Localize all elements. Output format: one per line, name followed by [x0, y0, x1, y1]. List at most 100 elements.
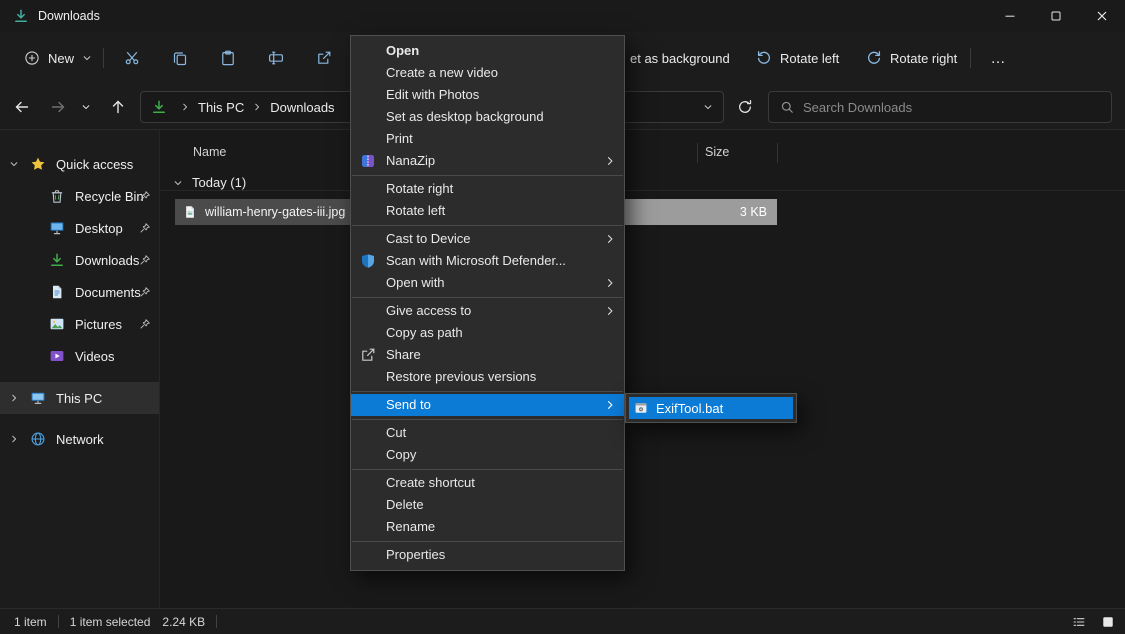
- ellipsis-icon: …: [991, 50, 1006, 67]
- forward-button[interactable]: [42, 91, 74, 123]
- rotate-right-label: Rotate right: [890, 51, 957, 66]
- sidebar-item-this-pc[interactable]: This PC: [0, 382, 159, 414]
- submenu-item-exiftool-bat[interactable]: ExifTool.bat: [629, 397, 793, 419]
- close-icon: [1094, 8, 1110, 24]
- this-pc-icon: [28, 390, 48, 406]
- menu-item-open[interactable]: Open: [351, 40, 624, 62]
- menu-item-rotate-right[interactable]: Rotate right: [351, 178, 624, 200]
- search-input[interactable]: [803, 100, 1100, 115]
- column-divider[interactable]: [777, 143, 778, 163]
- quick-access-star-icon: [28, 156, 48, 172]
- paste-button[interactable]: [208, 42, 248, 74]
- menu-item-cut[interactable]: Cut: [351, 422, 624, 444]
- details-view-button[interactable]: [1066, 611, 1091, 632]
- group-header-today[interactable]: Today (1): [173, 175, 246, 190]
- close-button[interactable]: [1079, 0, 1125, 32]
- menu-item-rotate-left[interactable]: Rotate left: [351, 200, 624, 222]
- expand-chevron-icon[interactable]: [0, 159, 28, 169]
- downloads-icon: [47, 252, 67, 268]
- menu-item-label: Create shortcut: [386, 475, 475, 490]
- window-controls: [987, 0, 1125, 32]
- menu-item-set-as-desktop-background[interactable]: Set as desktop background: [351, 106, 624, 128]
- menu-item-send-to[interactable]: Send to: [351, 394, 624, 416]
- breadcrumb-downloads[interactable]: Downloads: [268, 100, 336, 115]
- pin-icon: [139, 222, 151, 234]
- sidebar-item-pictures[interactable]: Pictures: [0, 308, 159, 340]
- see-more-button[interactable]: …: [982, 42, 1014, 74]
- menu-item-create-a-new-video[interactable]: Create a new video: [351, 62, 624, 84]
- column-header-name[interactable]: Name: [193, 145, 226, 159]
- pictures-icon: [47, 316, 67, 332]
- sidebar-item-documents[interactable]: Documents: [0, 276, 159, 308]
- send-to-submenu: ExifTool.bat: [625, 393, 797, 423]
- submenu-arrow-icon: [604, 277, 616, 289]
- recent-locations-button[interactable]: [74, 91, 98, 123]
- menu-separator: [352, 225, 623, 226]
- maximize-button[interactable]: [1033, 0, 1079, 32]
- paste-icon: [220, 50, 236, 66]
- menu-item-copy-as-path[interactable]: Copy as path: [351, 322, 624, 344]
- menu-item-label: Print: [386, 131, 413, 146]
- forward-icon: [50, 99, 66, 115]
- rotate-right-button[interactable]: Rotate right: [858, 42, 965, 74]
- menu-item-copy[interactable]: Copy: [351, 444, 624, 466]
- navigation-pane: Quick access Recycle Bin Desktop Downloa…: [0, 130, 160, 608]
- menu-item-rename[interactable]: Rename: [351, 516, 624, 538]
- collapse-chevron-icon[interactable]: [0, 393, 28, 403]
- row-divider: [160, 190, 1125, 191]
- sidebar-item-label: Quick access: [56, 157, 133, 172]
- up-icon: [110, 99, 126, 115]
- address-dropdown-icon[interactable]: [703, 102, 713, 112]
- file-name: william-henry-gates-iii.jpg: [205, 205, 345, 219]
- column-divider[interactable]: [697, 143, 698, 163]
- up-button[interactable]: [102, 91, 134, 123]
- batch-file-icon: [634, 401, 648, 415]
- menu-separator: [352, 419, 623, 420]
- menu-item-open-with[interactable]: Open with: [351, 272, 624, 294]
- group-collapse-icon[interactable]: [173, 178, 183, 188]
- menu-item-scan-with-microsoft-defender[interactable]: Scan with Microsoft Defender...: [351, 250, 624, 272]
- copy-button[interactable]: [160, 42, 200, 74]
- menu-item-restore-previous-versions[interactable]: Restore previous versions: [351, 366, 624, 388]
- rename-button[interactable]: [256, 42, 296, 74]
- menu-separator: [352, 175, 623, 176]
- menu-item-print[interactable]: Print: [351, 128, 624, 150]
- sidebar-item-network[interactable]: Network: [0, 423, 159, 455]
- menu-item-give-access-to[interactable]: Give access to: [351, 300, 624, 322]
- sidebar-item-quick-access[interactable]: Quick access: [0, 148, 159, 180]
- sidebar-item-videos[interactable]: Videos: [0, 340, 159, 372]
- menu-item-nanazip[interactable]: NanaZip: [351, 150, 624, 172]
- menu-item-label: Copy as path: [386, 325, 463, 340]
- breadcrumb-this-pc[interactable]: This PC: [196, 100, 246, 115]
- menu-item-create-shortcut[interactable]: Create shortcut: [351, 472, 624, 494]
- menu-item-delete[interactable]: Delete: [351, 494, 624, 516]
- menu-item-properties[interactable]: Properties: [351, 544, 624, 566]
- refresh-button[interactable]: [729, 91, 761, 123]
- refresh-icon: [737, 99, 753, 115]
- rotate-left-button[interactable]: Rotate left: [748, 42, 847, 74]
- sidebar-item-recycle-bin[interactable]: Recycle Bin: [0, 180, 159, 212]
- large-icons-view-icon: [1101, 615, 1115, 629]
- menu-item-label: Open with: [386, 275, 445, 290]
- menu-item-edit-with-photos[interactable]: Edit with Photos: [351, 84, 624, 106]
- rotate-left-label: Rotate left: [780, 51, 839, 66]
- back-button[interactable]: [6, 91, 38, 123]
- search-icon: [780, 100, 794, 114]
- collapse-chevron-icon[interactable]: [0, 434, 28, 444]
- file-size: 3 KB: [740, 205, 767, 219]
- sidebar-item-label: Pictures: [75, 317, 122, 332]
- menu-item-share[interactable]: Share: [351, 344, 624, 366]
- cut-button[interactable]: [112, 42, 152, 74]
- large-icons-view-button[interactable]: [1095, 611, 1120, 632]
- column-header-size[interactable]: Size: [705, 145, 729, 159]
- sidebar-item-downloads[interactable]: Downloads: [0, 244, 159, 276]
- menu-item-cast-to-device[interactable]: Cast to Device: [351, 228, 624, 250]
- share-icon: [316, 50, 332, 66]
- set-as-background-label-partial[interactable]: et as background: [630, 32, 730, 84]
- new-button[interactable]: New: [13, 42, 103, 74]
- menu-item-label: Properties: [386, 547, 445, 562]
- minimize-button[interactable]: [987, 0, 1033, 32]
- details-view-icon: [1072, 615, 1086, 629]
- sidebar-item-desktop[interactable]: Desktop: [0, 212, 159, 244]
- share-button[interactable]: [304, 42, 344, 74]
